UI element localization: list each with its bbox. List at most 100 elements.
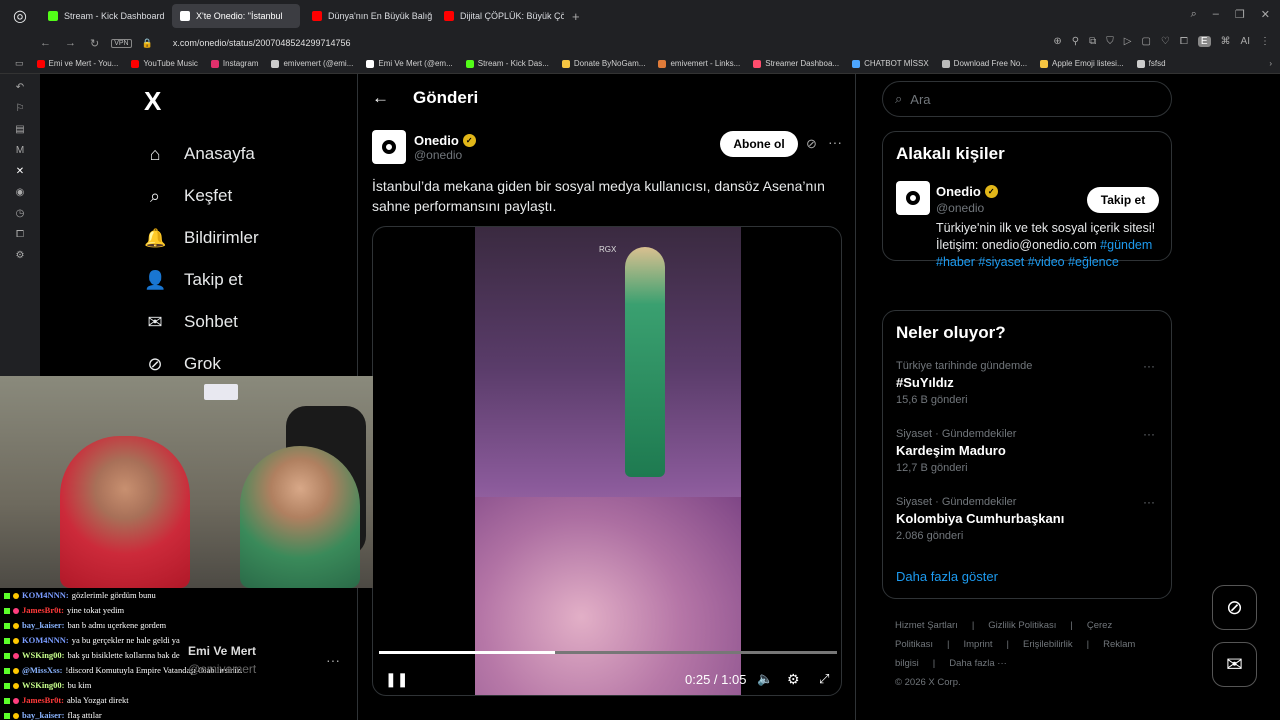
circle-side-icon[interactable]: ◉ <box>16 187 25 198</box>
pin-icon[interactable]: ⚲ <box>1072 36 1079 47</box>
author-avatar[interactable] <box>372 130 406 164</box>
bookmark-item[interactable]: YouTube Music <box>131 59 198 68</box>
browser-tab[interactable]: Dünya'nın En Büyük Balığı <box>304 4 432 28</box>
pause-icon[interactable]: ❚❚ <box>385 671 408 688</box>
browser-tab[interactable]: X'te Onedio: "İstanbul <box>172 4 300 28</box>
follow-button[interactable]: Takip et <box>1087 187 1159 213</box>
footer-link[interactable]: Gizlilik Politikası <box>988 620 1056 631</box>
video-player[interactable]: RGX ❚❚ 0:25 / 1:05 🔈 ⚙ ⤢ <box>372 226 842 696</box>
ai-button[interactable]: AI <box>1241 36 1250 47</box>
browser-logo-icon[interactable]: ◎ <box>0 0 40 32</box>
messages-fab-button[interactable]: ✉ <box>1212 642 1257 687</box>
bookmark-item[interactable]: Donate ByNoGam... <box>561 59 645 68</box>
translate-icon[interactable]: ⌘ <box>1221 36 1231 47</box>
post-more-icon[interactable]: ··· <box>828 134 842 150</box>
play-icon[interactable]: ▷ <box>1124 36 1132 47</box>
settings-gear-icon[interactable]: ⚙ <box>787 671 800 688</box>
shield-icon[interactable]: ⛉ <box>1106 36 1114 47</box>
search-input[interactable]: ⌕ Ara <box>882 81 1172 117</box>
bookmark-item[interactable]: emivemert (@emi... <box>271 59 353 68</box>
author-name[interactable]: Onedio <box>414 133 459 148</box>
minimize-button[interactable]: – <box>1213 8 1219 21</box>
trend-item[interactable]: Türkiye tarihinde gündemde #SuYıldız 15,6 … <box>883 353 1171 421</box>
trend-name[interactable]: #SuYıldız <box>896 375 1171 390</box>
nav-item-takip-et[interactable]: 👤 Takip et <box>144 259 259 301</box>
bookmark-item[interactable]: Download Free No... <box>941 59 1027 68</box>
clock-side-icon[interactable]: ◷ <box>16 208 25 219</box>
bookmark-item[interactable]: Emi Ve Mert (@em... <box>366 59 453 68</box>
fullscreen-icon[interactable]: ⤢ <box>819 671 829 687</box>
trend-more-icon[interactable]: ··· <box>1143 359 1155 373</box>
puzzle-side-icon[interactable]: ⧠ <box>16 229 24 240</box>
related-avatar[interactable] <box>896 181 930 215</box>
bookmark-item[interactable]: Emi ve Mert - You... <box>36 59 118 68</box>
author-handle[interactable]: @onedio <box>414 148 476 162</box>
hashtag-link[interactable]: #haber <box>936 255 975 269</box>
trend-item[interactable]: Siyaset · Gündemdekiler Kolombiya Cumhurb… <box>883 489 1171 557</box>
account-name[interactable]: Emi Ve Mert <box>188 644 256 658</box>
hashtag-link[interactable]: #video <box>1028 255 1065 269</box>
footer-link[interactable]: Imprint <box>963 639 992 650</box>
bookmarks-overflow-icon[interactable]: › <box>1269 59 1272 68</box>
hashtag-link[interactable]: #siyaset <box>978 255 1024 269</box>
screenshot-icon[interactable]: ⧉ <box>1089 36 1096 47</box>
wallet-side-icon[interactable]: ▤ <box>15 124 24 135</box>
account-more-icon[interactable]: ··· <box>326 652 340 668</box>
x-side-icon[interactable]: ✕ <box>16 166 24 177</box>
back-nav-icon[interactable]: ← <box>40 37 51 50</box>
settings-side-icon[interactable]: ⚙ <box>16 250 25 261</box>
search-tabs-icon[interactable]: ⌕ <box>1191 8 1197 21</box>
browser-tab[interactable]: Stream - Kick Dashboard <box>40 4 168 28</box>
grok-fab-button[interactable]: ⊘ <box>1212 585 1257 630</box>
video-progress-bar[interactable] <box>379 651 837 654</box>
trend-name[interactable]: Kardeşim Maduro <box>896 443 1171 458</box>
reload-icon[interactable]: ↻ <box>90 37 99 50</box>
new-tab-button[interactable]: + <box>572 9 580 24</box>
maximize-button[interactable]: ❐ <box>1235 8 1245 21</box>
account-handle[interactable]: @emivemert <box>188 662 256 676</box>
subscribe-button[interactable]: Abone ol <box>720 131 798 157</box>
back-arrow-icon[interactable]: ← <box>372 88 389 108</box>
browser-tab[interactable]: Dijital ÇÖPLÜK: Büyük Çö <box>436 4 564 28</box>
trend-item[interactable]: Siyaset · Gündemdekiler Kardeşim Maduro 12… <box>883 421 1171 489</box>
video-frame[interactable]: RGX <box>475 227 741 695</box>
volume-icon[interactable]: 🔈 <box>757 671 773 687</box>
footer-link[interactable]: Daha fazla ··· <box>949 658 1007 669</box>
grok-explain-icon[interactable]: ⊘ <box>806 136 817 152</box>
bookmark-item[interactable]: emivemert - Links... <box>658 59 740 68</box>
forward-nav-icon[interactable]: → <box>65 37 76 50</box>
nav-item-anasayfa[interactable]: ⌂ Anasayfa <box>144 133 259 175</box>
nav-item-keşfet[interactable]: ⌕ Keşfet <box>144 175 259 217</box>
x-logo[interactable]: X <box>144 86 161 117</box>
trend-more-icon[interactable]: ··· <box>1143 495 1155 509</box>
profile-icon[interactable]: E <box>1197 36 1211 47</box>
footer-link[interactable]: Hizmet Şartları <box>895 620 958 631</box>
sidebar-toggle-icon[interactable]: ▭ <box>15 58 24 69</box>
tab-side-icon[interactable]: M <box>16 145 24 156</box>
zoom-icon[interactable]: ⊕ <box>1053 36 1061 47</box>
trend-more-icon[interactable]: ··· <box>1143 427 1155 441</box>
lock-icon[interactable]: 🔒 <box>142 38 153 49</box>
bookmark-item[interactable]: Stream - Kick Das... <box>465 59 549 68</box>
show-more-link[interactable]: Daha fazla göster <box>883 557 1171 596</box>
vpn-badge[interactable]: VPN <box>111 38 132 48</box>
hashtag-link[interactable]: #gündem <box>1100 238 1152 252</box>
bookmark-item[interactable]: CHATBOT MİSSX <box>852 59 929 68</box>
footer-link[interactable]: Erişilebilirlik <box>1023 639 1073 650</box>
hashtag-link[interactable]: #eğlence <box>1068 255 1119 269</box>
puzzle-icon[interactable]: ⧠ <box>1180 36 1188 47</box>
related-name[interactable]: Onedio <box>936 184 981 199</box>
wallet-icon[interactable]: ▢ <box>1141 36 1150 47</box>
history-icon[interactable]: ↶ <box>16 82 24 93</box>
related-handle[interactable]: @onedio <box>936 201 984 215</box>
post-author[interactable]: Onedio ✓ @onedio <box>372 130 476 164</box>
bookmark-item[interactable]: Streamer Dashboa... <box>753 59 839 68</box>
nav-item-sohbet[interactable]: ✉ Sohbet <box>144 301 259 343</box>
bag-icon[interactable]: ⚐ <box>16 103 25 114</box>
trend-name[interactable]: Kolombiya Cumhurbaşkanı <box>896 511 1171 526</box>
heart-icon[interactable]: ♡ <box>1161 36 1170 47</box>
url-field[interactable]: x.com/onedio/status/2007048524299714756 <box>173 38 351 48</box>
bookmark-item[interactable]: Apple Emoji listesi... <box>1040 59 1124 68</box>
bookmark-item[interactable]: Instagram <box>210 59 258 68</box>
nav-item-bildirimler[interactable]: 🔔 Bildirimler <box>144 217 259 259</box>
